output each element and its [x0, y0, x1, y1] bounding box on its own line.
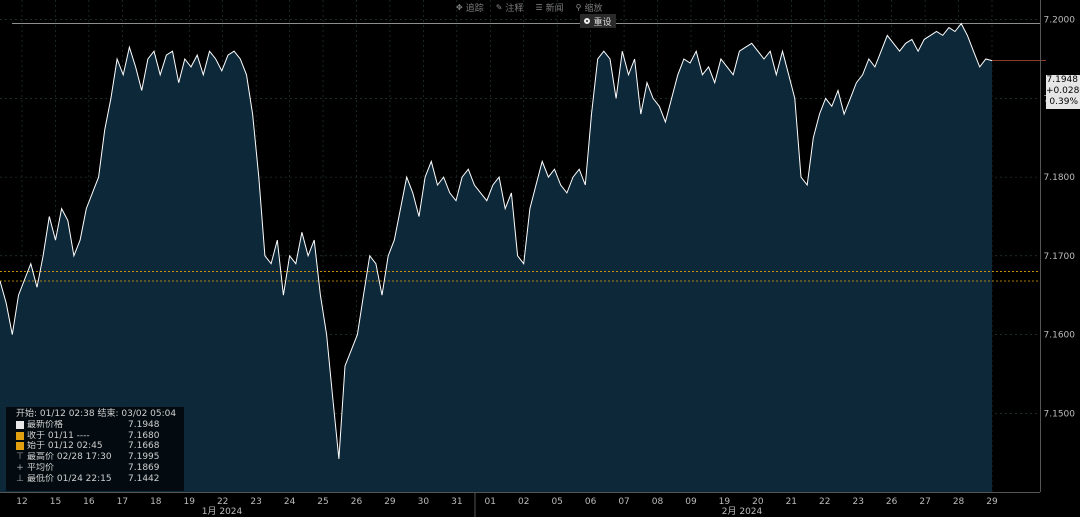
- y-tick-label: 7.1700: [1044, 252, 1076, 262]
- y-tick-label: 7.1500: [1044, 409, 1076, 419]
- news-icon: ☰: [535, 2, 543, 12]
- x-tick-label: 02: [518, 497, 529, 507]
- x-tick-label: 20: [752, 497, 764, 507]
- reset-button[interactable]: 重设: [580, 14, 616, 28]
- legend-row: 始于 01/12 02:45 7.1668: [16, 441, 184, 452]
- crosshair-icon: ✥: [456, 2, 463, 12]
- legend-row: ⊥ 最低价 01/24 22:15 7.1442: [16, 474, 184, 485]
- x-tick-label: 29: [384, 497, 396, 507]
- toolbar-annotate-label: 注释: [505, 3, 524, 14]
- last-price-tag: 7.1948 +0.0280 0.39%: [1046, 75, 1080, 109]
- reset-icon: [584, 18, 591, 24]
- legend-range: 开始: 01/12 02:38 结束: 03/02 05:04: [16, 409, 177, 419]
- legend-value: 7.1995: [128, 452, 160, 463]
- legend-glyph: ⊥: [16, 473, 24, 484]
- x-tick-label: 23: [852, 497, 863, 507]
- x-tick-label: 31: [451, 497, 462, 507]
- x-tick-label: 17: [117, 497, 128, 507]
- legend-value: 7.1668: [128, 441, 160, 452]
- legend-value: 7.1442: [128, 473, 160, 484]
- x-tick-label: 09: [685, 497, 697, 507]
- x-tick-label: 21: [786, 497, 797, 507]
- zoom-icon: ⚲: [575, 2, 582, 12]
- price-change-value: +0.0280: [1046, 86, 1080, 96]
- toolbar-zoom-label: 缩放: [584, 3, 603, 14]
- x-tick-label: 28: [953, 497, 965, 507]
- x-tick-label: 24: [284, 497, 296, 507]
- x-tick-label: 16: [83, 497, 95, 507]
- x-tick-label: 12: [16, 497, 27, 507]
- x-tick-label: 19: [184, 497, 196, 507]
- x-tick-label: 26: [886, 497, 898, 507]
- x-tick-label: 06: [585, 497, 597, 507]
- x-tick-label: 26: [351, 497, 363, 507]
- y-tick-label: 7.1800: [1044, 173, 1076, 183]
- last-price-value: 7.1948: [1046, 75, 1079, 85]
- legend-value: 7.1680: [128, 430, 160, 441]
- x-tick-label: 29: [986, 497, 998, 507]
- x-tick-label: 19: [719, 497, 731, 507]
- x-tick-label: 30: [418, 497, 430, 507]
- x-tick-label: 05: [551, 497, 562, 507]
- toolbar-track-label: 追踪: [465, 3, 484, 14]
- toolbar-news-button[interactable]: ☰ 新闻: [535, 1, 563, 14]
- x-tick-label: 23: [250, 497, 261, 507]
- legend-label: 最新价格: [27, 419, 64, 430]
- x-tick-label: 25: [317, 497, 328, 507]
- legend-glyph: ⊤: [16, 452, 24, 463]
- y-tick-label: 7.1600: [1044, 331, 1076, 341]
- x-tick-label: 15: [50, 497, 61, 507]
- chart-toolbar: ✥ 追踪 ✎ 注释 ☰ 新闻 ⚲ 缩放: [456, 0, 603, 14]
- x-tick-label: 07: [618, 497, 629, 507]
- legend-label: 收于 01/11 ----: [27, 430, 90, 441]
- chart-legend: 开始: 01/12 02:38 结束: 03/02 05:04 最新价格 7.19…: [6, 407, 184, 491]
- x-tick-label: 18: [150, 497, 162, 507]
- legend-label: 平均价: [27, 462, 55, 473]
- x-tick-label: 08: [652, 497, 664, 507]
- x-tick-label: 22: [819, 497, 830, 507]
- legend-label: 最低价 01/24 22:15: [27, 473, 112, 484]
- legend-row: 收于 01/11 ---- 7.1680: [16, 431, 184, 442]
- legend-swatch: [16, 442, 24, 451]
- x-tick-label: 27: [919, 497, 930, 507]
- x-tick-label: 22: [217, 497, 228, 507]
- legend-value: 7.1948: [128, 419, 160, 430]
- toolbar-zoom-button[interactable]: ⚲ 缩放: [576, 1, 603, 14]
- x-tick-label: 01: [485, 497, 496, 507]
- month-label: 1月 2024: [202, 506, 243, 517]
- toolbar-track-button[interactable]: ✥ 追踪: [456, 1, 484, 14]
- legend-row: ⊤ 最高价 02/28 17:30 7.1995: [16, 452, 184, 463]
- month-label: 2月 2024: [722, 506, 763, 517]
- legend-value: 7.1869: [128, 462, 160, 473]
- reset-label: 重设: [593, 17, 612, 28]
- legend-glyph: +: [16, 462, 24, 473]
- legend-row: + 平均价 7.1869: [16, 463, 184, 474]
- toolbar-news-label: 新闻: [545, 3, 564, 14]
- price-change-pct: 0.39%: [1049, 97, 1078, 107]
- legend-row: 最新价格 7.1948: [16, 420, 184, 431]
- legend-swatch: [16, 420, 24, 429]
- toolbar-annotate-button[interactable]: ✎ 注释: [496, 1, 524, 14]
- y-tick-label: 7.2000: [1044, 16, 1076, 26]
- legend-label: 最高价 02/28 17:30: [27, 452, 112, 463]
- legend-swatch: [16, 431, 24, 440]
- legend-label: 始于 01/12 02:45: [27, 441, 103, 452]
- pencil-icon: ✎: [495, 2, 503, 12]
